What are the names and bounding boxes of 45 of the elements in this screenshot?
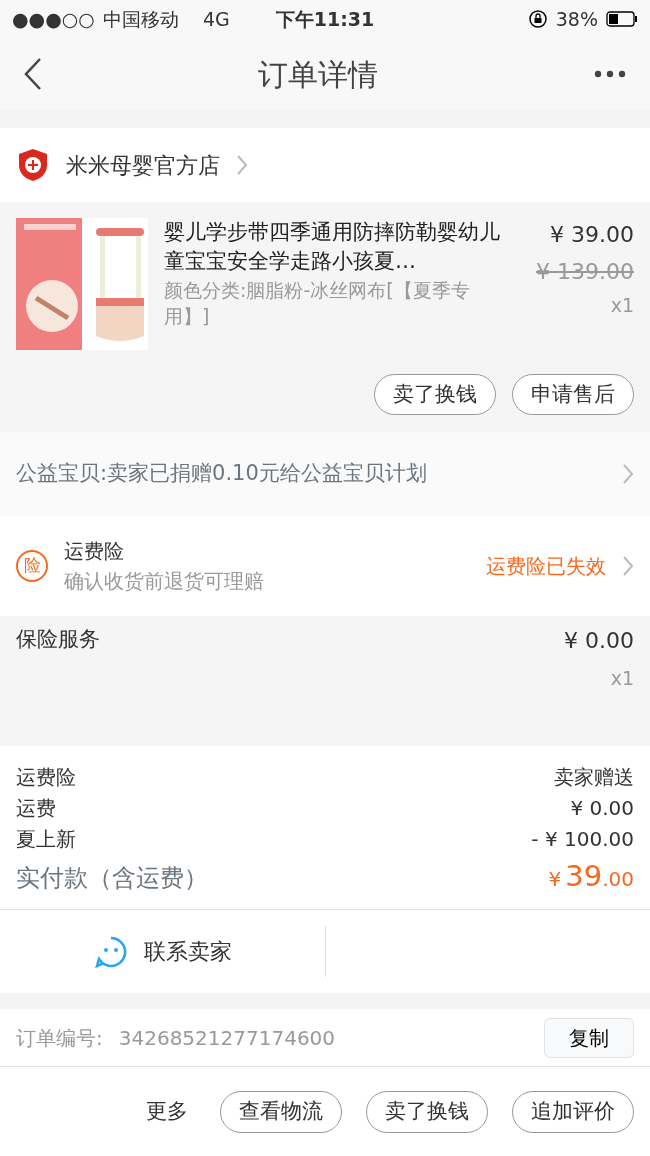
page-title: 订单详情 (258, 55, 378, 94)
fee-label: 运费 (16, 795, 56, 822)
insurance-badge: 险 (16, 550, 48, 582)
original-price: ¥ 139.00 (536, 258, 634, 286)
network-type: 4G (202, 6, 230, 32)
contact-seller[interactable]: 联系卖家 (143, 935, 232, 968)
carrier-name: 中国移动 (102, 6, 179, 32)
product-quantity: x1 (610, 293, 634, 318)
service-title: 保险服务 (16, 626, 100, 653)
fee-value: 卖家赠送 (554, 764, 634, 791)
action-button[interactable]: 查看物流 (220, 1091, 342, 1133)
insurance-title: 运费险 (64, 538, 125, 565)
product-variant: 颜色分类:胭脂粉-冰丝网布[【夏季专用】] (164, 277, 471, 330)
fee-label: 夏上新 (16, 826, 76, 853)
order-number: 34268521277174600 (118, 1024, 336, 1052)
back-icon[interactable] (24, 57, 42, 91)
total-label: 实付款（含运费） (16, 863, 208, 894)
signal-strength: ●●●○○ (12, 6, 95, 32)
copy-button[interactable]: 复制 (544, 1017, 634, 1058)
chevron-icon[interactable] (622, 463, 634, 485)
fee-value: - ¥ 100.00 (531, 826, 634, 853)
rotation-lock-icon (527, 9, 548, 29)
total-amount: ¥39.00 (548, 858, 634, 895)
action-button[interactable]: 追加评价 (512, 1091, 634, 1133)
battery-icon (606, 11, 638, 27)
store-name[interactable]: 米米母婴官方店 (66, 148, 220, 182)
service-price: ¥ 0.00 (564, 627, 634, 655)
chevron-icon[interactable] (236, 154, 248, 176)
clock-time: 下午11:31 (275, 7, 375, 30)
shield-icon (16, 147, 50, 183)
product-price: ¥ 39.00 (550, 221, 634, 249)
fee-value: ¥ 0.00 (570, 795, 634, 822)
fee-label: 运费险 (16, 764, 76, 791)
action-button[interactable]: 卖了换钱 (366, 1091, 488, 1133)
chevron-icon[interactable] (622, 555, 634, 577)
insurance-subtitle: 确认收货前退货可理赔 (64, 568, 265, 595)
product-title[interactable]: 婴儿学步带四季通用防摔防勒婴幼儿童宝宝安全学走路小孩夏… (164, 218, 508, 277)
more-link[interactable]: 更多 (146, 1096, 188, 1128)
action-button[interactable]: 卖了换钱 (374, 374, 496, 416)
battery-percent: 38% (555, 6, 598, 32)
more-icon[interactable] (594, 70, 626, 78)
chat-face-icon[interactable] (93, 934, 128, 969)
action-button[interactable]: 申请售后 (512, 374, 634, 416)
service-quantity: x1 (610, 666, 634, 691)
order-label: 订单编号: (16, 1024, 103, 1052)
